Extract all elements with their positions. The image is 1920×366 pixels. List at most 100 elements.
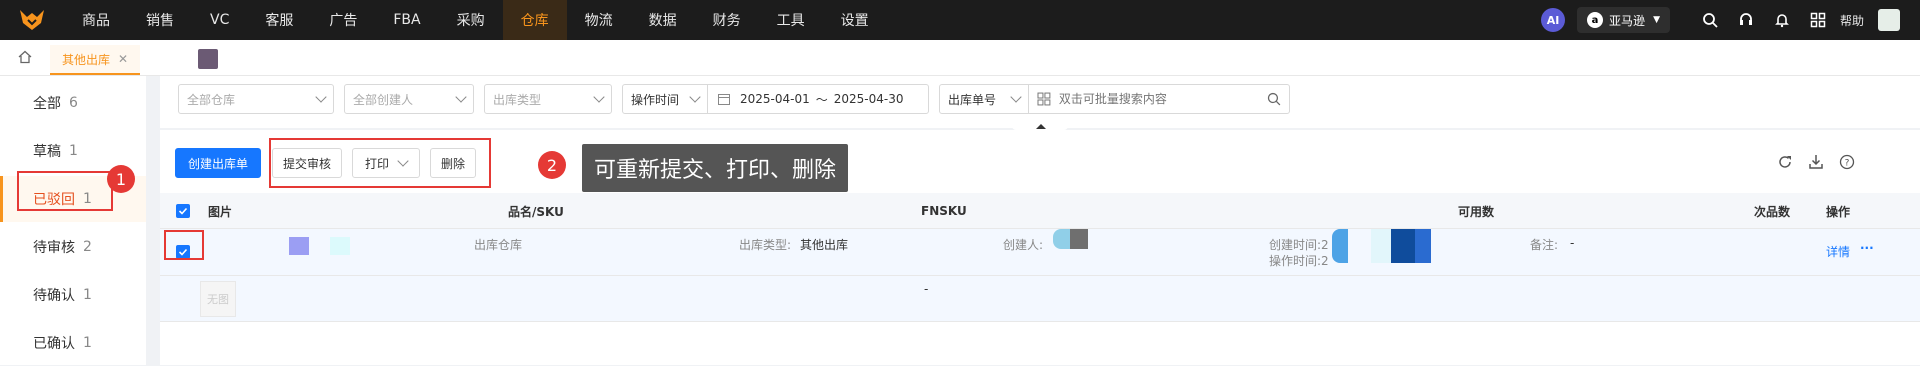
nav-item[interactable]: 物流 <box>567 0 631 40</box>
search-field-select[interactable]: 出库单号 <box>939 84 1029 114</box>
nav-item[interactable]: 广告 <box>311 0 375 40</box>
search-box[interactable] <box>1028 84 1290 114</box>
nav-item[interactable]: VC <box>192 0 247 40</box>
creator-select-label: 全部创建人 <box>353 92 414 107</box>
warehouse-select-label: 全部仓库 <box>187 92 236 107</box>
grid-apps-icon[interactable] <box>1800 0 1836 40</box>
nav-right-tools: AI a 亚马逊 ▼ 帮助 <box>1541 0 1920 40</box>
annotation-box-sidebar <box>17 171 113 211</box>
date-start: 2025-04-01 <box>740 92 810 106</box>
annotation-box-toolbar <box>269 138 491 188</box>
calendar-icon <box>718 94 730 105</box>
tab-thumbnail[interactable] <box>198 49 219 69</box>
remark-value: - <box>1570 236 1575 250</box>
search-field-label: 出库单号 <box>948 92 997 107</box>
sidebar-item-label: 全部 <box>33 96 61 112</box>
nav-item[interactable]: 数据 <box>631 0 695 40</box>
date-end: 2025-04-30 <box>833 92 904 106</box>
sidebar-item-label: 待确认 <box>33 288 75 304</box>
table-header: 图片 品名/SKU FNSKU 可用数 次品数 操作 <box>160 193 1920 229</box>
annotation-badge-2: 2 <box>538 151 566 179</box>
created-time-label: 创建时间:2 <box>1269 236 1329 253</box>
tab-other-outbound[interactable]: 其他出库 ✕ <box>50 45 141 75</box>
search-icon[interactable] <box>1267 92 1281 106</box>
chevron-down-icon <box>689 91 701 103</box>
download-icon[interactable] <box>1805 151 1827 173</box>
obscured-block <box>1415 229 1431 263</box>
obscured-block <box>1332 229 1348 263</box>
operated-value: 2 <box>1321 254 1329 268</box>
more-actions-button[interactable]: ··· <box>1860 241 1874 255</box>
warehouse-label: 出库仓库 <box>474 238 523 252</box>
nav-item[interactable]: 采购 <box>439 0 503 40</box>
chevron-down-icon <box>593 91 605 103</box>
chevron-down-icon <box>1010 91 1022 103</box>
nav-item[interactable]: 商品 <box>64 0 128 40</box>
no-image-placeholder: 无图 <box>200 281 236 317</box>
creator-avatar <box>1070 229 1088 249</box>
main-menu: 商品 销售 VC 客服 广告 FBA 采购 仓库 物流 数据 财务 工具 设置 <box>64 0 887 40</box>
image-placeholder <box>330 237 350 255</box>
remark-label: 备注: <box>1530 238 1559 252</box>
sidebar-item-count: 1 <box>83 335 92 351</box>
close-icon[interactable]: ✕ <box>118 52 128 66</box>
create-outbound-button[interactable]: 创建出库单 <box>175 148 261 178</box>
svg-text:?: ? <box>1845 159 1850 169</box>
operated-label: 操作时间: <box>1269 254 1322 268</box>
sidebar-item[interactable]: 全部 6 <box>0 80 146 126</box>
home-tab[interactable] <box>0 39 50 75</box>
warehouse-select[interactable]: 全部仓库 <box>178 84 334 114</box>
sidebar-item[interactable]: 待确认 1 <box>0 272 146 318</box>
creator-label: 创建人: <box>1003 238 1044 252</box>
batch-grid-icon[interactable] <box>1037 92 1051 106</box>
header-name-sku: 品名/SKU <box>508 204 564 219</box>
status-sidebar: 全部 6 草稿 1 已驳回 1 待审核 2 待确认 1 已确认 1 <box>0 76 146 365</box>
created-value: 2 <box>1321 238 1329 252</box>
obscured-block <box>1391 229 1415 263</box>
headset-icon[interactable] <box>1728 0 1764 40</box>
select-all-checkbox[interactable] <box>176 204 190 218</box>
sidebar-item[interactable]: 待审核 2 <box>0 224 146 270</box>
caret-down-icon: ▼ <box>1653 15 1660 25</box>
nav-item[interactable]: 财务 <box>695 0 759 40</box>
main-panel: 创建出库单 提交审核 打印 删除 2 可重新提交、打印、删除 ? 图片 品名/S… <box>160 130 1920 365</box>
date-range-picker[interactable]: 2025-04-01 ～ 2025-04-30 <box>707 84 929 114</box>
store-selector[interactable]: a 亚马逊 ▼ <box>1577 7 1670 33</box>
time-type-select[interactable]: 操作时间 <box>622 84 708 114</box>
header-image: 图片 <box>208 204 233 219</box>
refresh-icon[interactable] <box>1774 151 1796 173</box>
sidebar-item[interactable]: 已确认 1 <box>0 320 146 366</box>
out-type-select[interactable]: 出库类型 <box>484 84 612 114</box>
app-logo[interactable] <box>0 0 64 40</box>
table-row[interactable]: 出库仓库 出库类型: 其他出库 创建人: 创建时间:2 操作时间:2 备注: -… <box>160 229 1920 276</box>
out-type-value: 其他出库 <box>800 238 849 252</box>
obscured-block <box>1371 229 1391 263</box>
tab-label: 其他出库 <box>62 52 111 67</box>
nav-item[interactable]: FBA <box>375 0 438 40</box>
bell-icon[interactable] <box>1764 0 1800 40</box>
ai-assistant-button[interactable]: AI <box>1541 8 1566 32</box>
caret-up-icon <box>1036 124 1046 129</box>
creator-select[interactable]: 全部创建人 <box>344 84 474 114</box>
search-icon[interactable] <box>1692 0 1728 40</box>
nav-item[interactable]: 设置 <box>823 0 887 40</box>
sidebar-item-label: 待审核 <box>33 240 75 256</box>
annotation-badge-1: 1 <box>107 165 135 193</box>
creator-avatar <box>1053 229 1071 249</box>
search-input[interactable] <box>1058 92 1268 106</box>
home-icon <box>18 50 32 64</box>
help-link[interactable]: 帮助 <box>1840 12 1864 29</box>
sidebar-item-count: 2 <box>83 239 92 255</box>
detail-link[interactable]: 详情 <box>1826 243 1850 260</box>
page-tab-bar: 其他出库 ✕ <box>0 40 1920 76</box>
annotation-tooltip: 可重新提交、打印、删除 <box>582 144 849 192</box>
nav-item[interactable]: 仓库 <box>502 0 567 40</box>
top-nav: 商品 销售 VC 客服 广告 FBA 采购 仓库 物流 数据 财务 工具 设置 AI a 亚马逊 ▼ 帮… <box>0 0 1920 40</box>
nav-item[interactable]: 销售 <box>128 0 192 40</box>
nav-item[interactable]: 工具 <box>759 0 823 40</box>
user-avatar[interactable] <box>1878 9 1900 31</box>
nav-item[interactable]: 客服 <box>247 0 311 40</box>
operated-time-label: 操作时间:2 <box>1269 252 1329 269</box>
help-circle-icon[interactable]: ? <box>1836 151 1858 173</box>
header-fnsku: FNSKU <box>921 204 967 218</box>
